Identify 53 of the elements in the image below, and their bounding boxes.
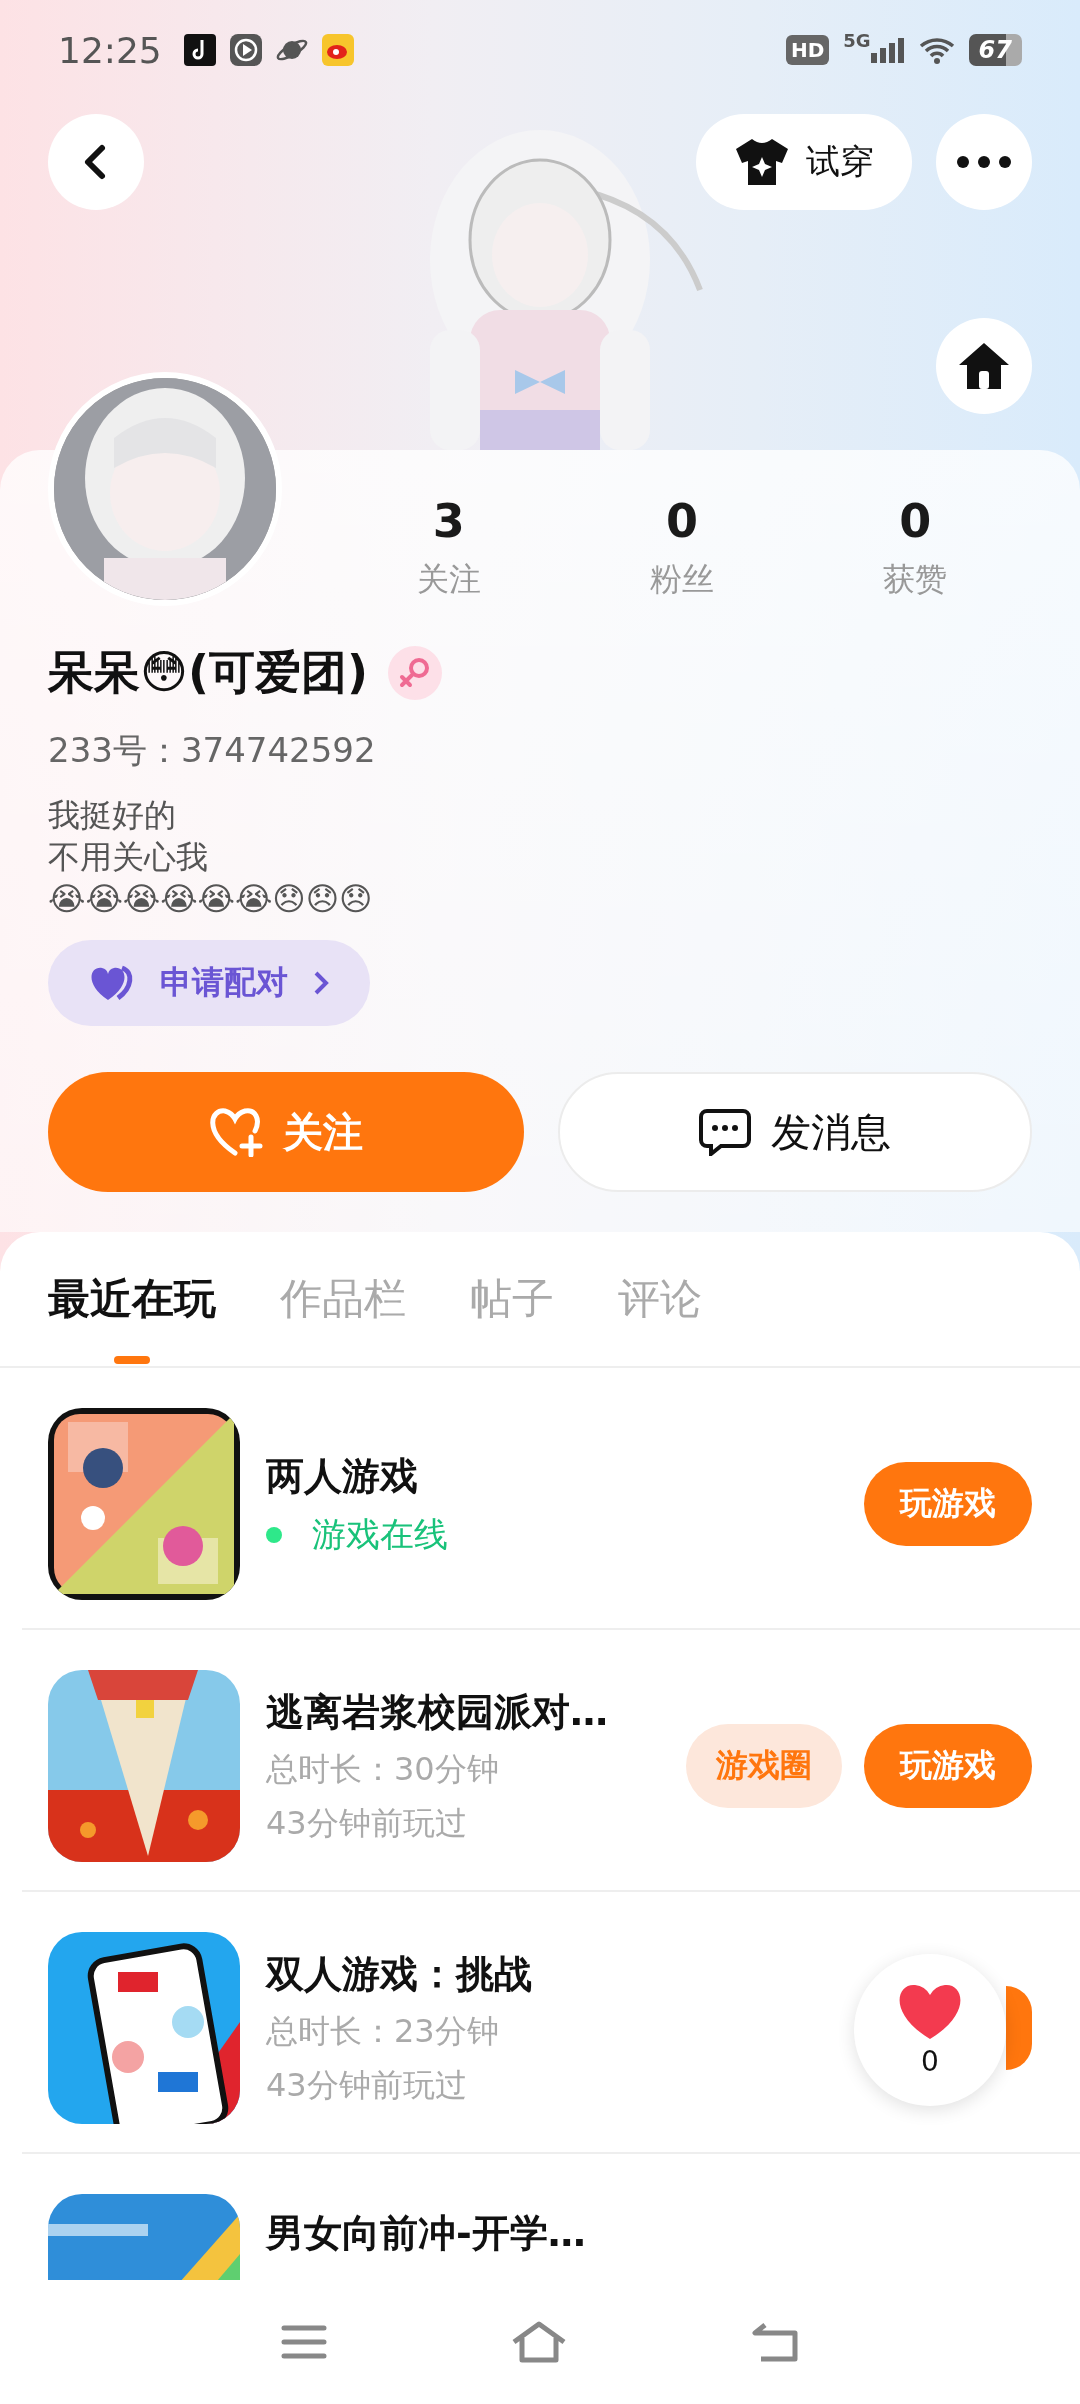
app-icon: [183, 34, 216, 66]
tab[interactable]: 评论: [618, 1232, 702, 1366]
play-game-button[interactable]: [1006, 1986, 1032, 2070]
user-name: 呆呆😳(可爱团): [48, 644, 368, 701]
game-circle-button[interactable]: 游戏圈: [686, 1724, 842, 1808]
pair-request-button[interactable]: 申请配对: [48, 940, 370, 1026]
message-button[interactable]: 发消息: [558, 1072, 1032, 1192]
battery-indicator: 67: [968, 34, 1022, 66]
game-title: 男女向前冲-开学…: [266, 2210, 586, 2257]
user-bio: 我挺好的 不用关心我 😭😭😭😭😭😭😞😞😞: [48, 795, 374, 920]
play-duration: 总时长：30分钟: [266, 1748, 499, 1790]
stat-label: 粉丝: [650, 559, 714, 600]
home-icon: [957, 341, 1011, 391]
menu-icon[interactable]: [281, 2324, 328, 2360]
hd-badge: HD: [785, 35, 830, 65]
online-status: 游戏在线: [312, 1512, 448, 1556]
status-time: 12:25: [58, 29, 162, 71]
last-played: 43分钟前玩过: [266, 1802, 467, 1844]
play-icon: [229, 34, 262, 66]
tab[interactable]: 作品栏: [280, 1232, 406, 1366]
like-count: 0: [921, 2044, 939, 2078]
follow-button[interactable]: 关注: [48, 1072, 524, 1192]
stat-value: 3: [432, 494, 465, 548]
heart-icon: [897, 1982, 963, 2041]
play-game-button[interactable]: 玩游戏: [864, 1462, 1032, 1546]
play-game-button[interactable]: 玩游戏: [864, 1724, 1032, 1808]
stat-label: 关注: [416, 559, 481, 600]
last-played: 43分钟前玩过: [266, 2064, 467, 2106]
chat-icon: [699, 1108, 751, 1156]
wifi-icon: [918, 36, 955, 64]
stat-label: 获赞: [883, 559, 948, 600]
more-icon: [956, 155, 1012, 169]
back-icon[interactable]: [750, 2321, 799, 2363]
online-dot: [266, 1526, 282, 1543]
signal-icon: [870, 37, 905, 63]
shirt-icon: [734, 137, 790, 187]
like-bubble[interactable]: 0: [854, 1954, 1006, 2106]
app-icon: [321, 34, 354, 66]
stat-value: 0: [666, 494, 698, 548]
tab[interactable]: 帖子: [470, 1232, 554, 1366]
tab[interactable]: 最近在玩: [48, 1232, 216, 1366]
chevron-right-icon: [312, 969, 330, 997]
female-icon: [388, 646, 442, 700]
network-label: 5G: [843, 30, 871, 51]
try-on-button[interactable]: 试穿: [696, 114, 912, 210]
user-id: 233号：374742592: [48, 729, 377, 772]
game-title: 逃离岩浆校园派对…: [266, 1688, 608, 1736]
heart-plus-icon: [209, 1107, 263, 1157]
play-duration: 总时长：23分钟: [266, 2010, 499, 2052]
home-icon[interactable]: [510, 2320, 568, 2364]
game-title: 双人游戏：挑战: [266, 1950, 532, 1998]
game-title: 两人游戏: [266, 1452, 418, 1500]
stat-value: 0: [899, 494, 932, 548]
